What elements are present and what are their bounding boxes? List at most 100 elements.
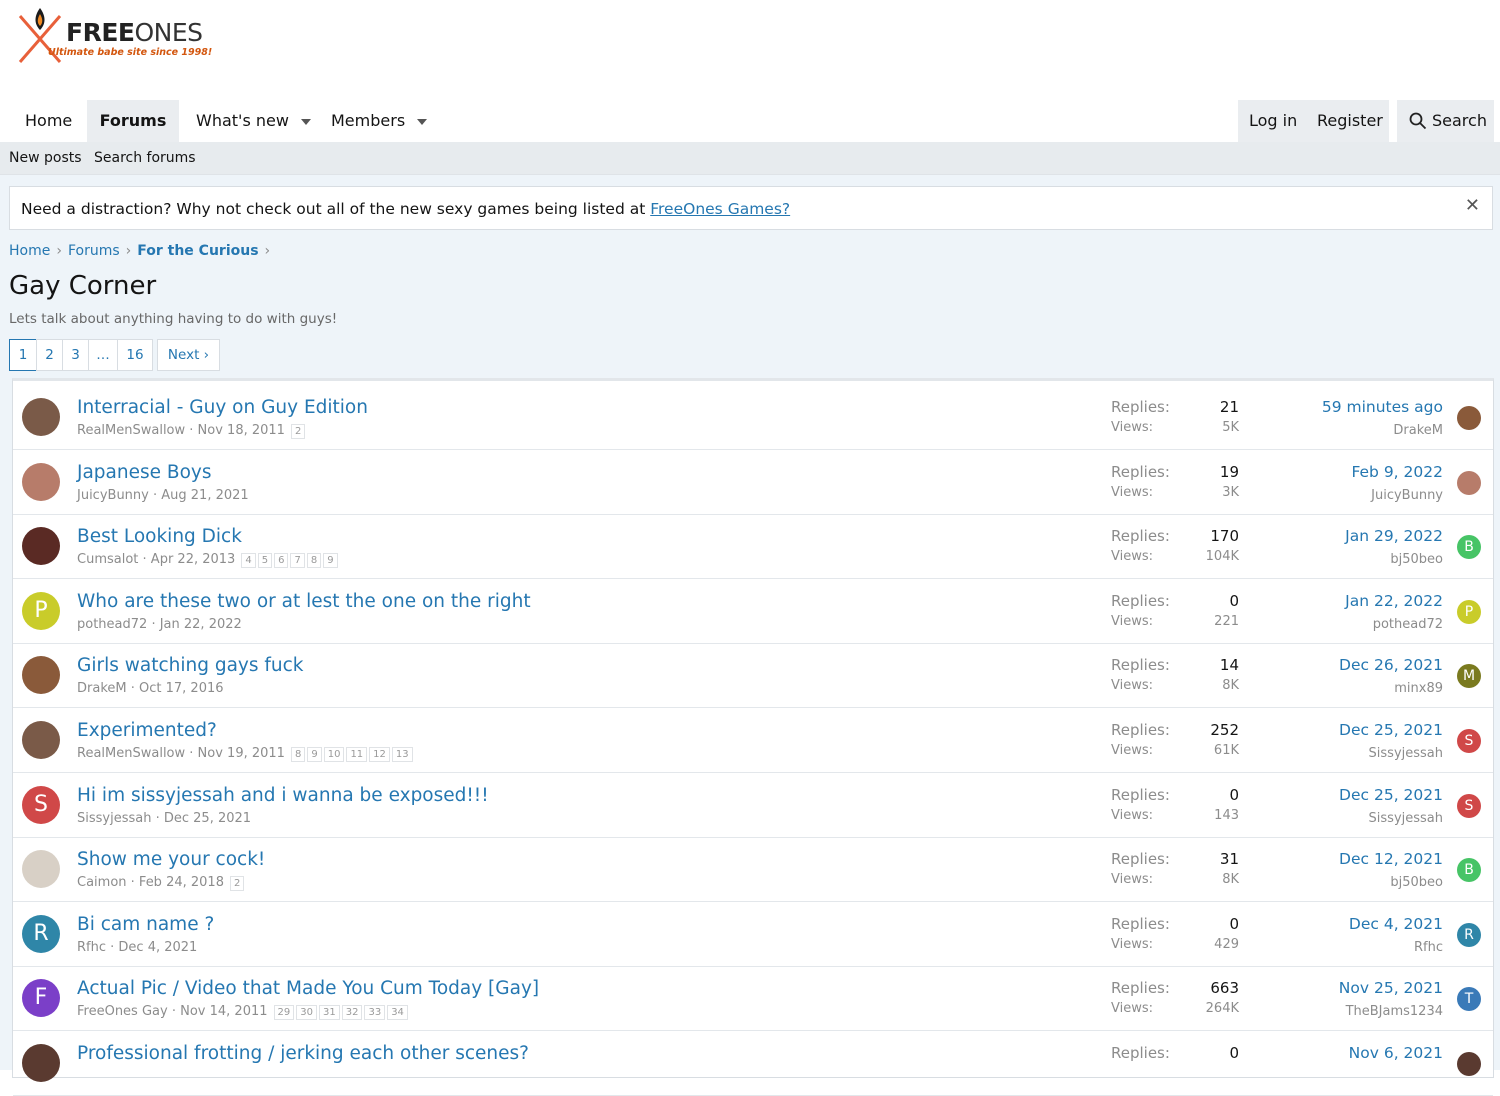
last-post-user[interactable]: TheBJams1234 (1346, 1004, 1443, 1019)
page-2-button[interactable]: 2 (36, 339, 63, 371)
thread-page-link[interactable]: 34 (387, 1005, 408, 1021)
thread-page-link[interactable]: 32 (341, 1005, 363, 1021)
thread-date[interactable]: Aug 21, 2021 (161, 488, 248, 503)
thread-page-link[interactable]: 9 (323, 553, 338, 569)
thread-title[interactable]: Hi im sissyjessah and i wanna be exposed… (77, 785, 489, 806)
thread-page-link[interactable]: 5 (257, 553, 273, 569)
author-avatar[interactable] (22, 850, 60, 889)
last-post-user[interactable]: JuicyBunny (1371, 488, 1443, 503)
chevron-down-icon[interactable] (300, 118, 311, 125)
thread-author[interactable]: Cumsalot (77, 552, 138, 567)
nav-tab-forums[interactable]: Forums (87, 100, 179, 142)
last-poster-avatar[interactable]: B (1457, 535, 1481, 560)
last-poster-avatar[interactable]: B (1457, 858, 1481, 883)
thread-page-link[interactable]: 6 (274, 553, 289, 569)
breadcrumb-home[interactable]: Home (9, 243, 50, 259)
last-post-date[interactable]: Dec 25, 2021 (1339, 786, 1443, 804)
thread-page-link[interactable]: 13 (391, 747, 413, 762)
thread-page-link[interactable]: 7 (290, 553, 305, 569)
thread-page-link[interactable]: 8 (306, 553, 322, 569)
thread-page-link[interactable]: 12 (369, 747, 390, 762)
thread-author[interactable]: JuicyBunny (77, 488, 149, 503)
thread-date[interactable]: Apr 22, 2013 (151, 552, 236, 567)
last-post-user[interactable]: Sissyjessah (1369, 811, 1443, 826)
thread-title[interactable]: Professional frotting / jerking each oth… (77, 1043, 529, 1064)
last-post-date[interactable]: Jan 29, 2022 (1345, 527, 1443, 545)
last-poster-avatar[interactable]: S (1457, 729, 1481, 753)
thread-title[interactable]: Japanese Boys (77, 462, 211, 483)
thread-page-link[interactable]: 2 (290, 424, 306, 439)
thread-title[interactable]: Interracial - Guy on Guy Edition (77, 397, 368, 418)
last-post-date[interactable]: 59 minutes ago (1322, 398, 1443, 416)
author-avatar[interactable]: S (22, 785, 60, 824)
author-avatar[interactable] (22, 721, 60, 759)
thread-title[interactable]: Who are these two or at lest the one on … (77, 591, 531, 612)
thread-row[interactable]: Best Looking Dick Cumsalot · Apr 22, 2013… (13, 515, 1493, 580)
page-16-button[interactable]: 16 (117, 339, 153, 371)
author-avatar[interactable] (22, 462, 60, 501)
last-post-user[interactable]: bj50beo (1390, 552, 1443, 567)
last-poster-avatar[interactable]: T (1457, 987, 1481, 1012)
thread-author[interactable]: DrakeM (77, 681, 127, 696)
thread-date[interactable]: Nov 14, 2011 (180, 1004, 267, 1019)
thread-row[interactable]: S Hi im sissyjessah and i wanna be expose… (13, 774, 1493, 838)
thread-title[interactable]: Actual Pic / Video that Made You Cum Tod… (77, 978, 539, 999)
last-post-user[interactable]: DrakeM (1393, 423, 1443, 438)
thread-page-link[interactable]: 30 (296, 1005, 317, 1021)
thread-title[interactable]: Bi cam name ? (77, 914, 214, 935)
thread-row[interactable]: Interracial - Guy on Guy Edition RealMenS… (13, 386, 1493, 450)
page-3-button[interactable]: 3 (62, 339, 89, 371)
last-post-date[interactable]: Nov 6, 2021 (1349, 1044, 1443, 1062)
new-posts-link[interactable]: New posts (9, 142, 82, 174)
thread-page-link[interactable]: 8 (290, 747, 306, 762)
thread-title[interactable]: Best Looking Dick (77, 526, 242, 547)
last-poster-avatar[interactable]: R (1457, 922, 1481, 947)
login-button[interactable]: Log in (1249, 100, 1297, 142)
thread-page-link[interactable]: 2 (229, 876, 245, 892)
notice-link[interactable]: FreeOnes Games? (650, 200, 790, 218)
thread-date[interactable]: Jan 22, 2022 (160, 617, 242, 632)
thread-title[interactable]: Experimented? (77, 720, 217, 741)
last-post-user[interactable]: Sissyjessah (1369, 746, 1443, 761)
last-post-date[interactable]: Jan 22, 2022 (1345, 592, 1443, 610)
author-avatar[interactable] (22, 1044, 60, 1082)
thread-page-link[interactable]: 29 (273, 1005, 295, 1021)
author-avatar[interactable] (22, 398, 60, 436)
last-post-date[interactable]: Feb 9, 2022 (1351, 463, 1443, 481)
thread-page-link[interactable]: 10 (323, 747, 345, 762)
thread-author[interactable]: Rfhc (77, 940, 106, 955)
last-poster-avatar[interactable] (1457, 1052, 1481, 1076)
last-poster-avatar[interactable]: S (1457, 793, 1481, 818)
last-poster-avatar[interactable]: P (1457, 599, 1481, 624)
thread-page-link[interactable]: 31 (318, 1005, 340, 1021)
thread-author[interactable]: Sissyjessah (77, 811, 151, 826)
breadcrumb-forums[interactable]: Forums (68, 243, 120, 259)
thread-row[interactable]: Experimented? RealMenSwallow · Nov 19, 20… (13, 709, 1493, 773)
page-1-button[interactable]: 1 (9, 339, 37, 371)
last-post-date[interactable]: Dec 25, 2021 (1339, 721, 1443, 739)
page-ellipsis[interactable]: … (88, 339, 118, 371)
thread-page-link[interactable]: 4 (241, 553, 256, 569)
nav-tab-members[interactable]: Members (331, 100, 428, 142)
thread-author[interactable]: Caimon (77, 875, 127, 890)
thread-author[interactable]: pothead72 (77, 617, 147, 632)
last-post-user[interactable]: Rfhc (1414, 940, 1443, 955)
thread-page-link[interactable]: 9 (307, 747, 322, 762)
register-button[interactable]: Register (1317, 100, 1383, 142)
last-poster-avatar[interactable] (1457, 470, 1481, 495)
thread-date[interactable]: Dec 25, 2021 (164, 811, 251, 826)
last-post-date[interactable]: Dec 4, 2021 (1349, 915, 1443, 933)
breadcrumb-category[interactable]: For the Curious (137, 243, 258, 259)
site-logo[interactable]: FREEONES Ultimate babe site since 1998! (14, 6, 214, 66)
thread-date[interactable]: Nov 19, 2011 (198, 746, 285, 761)
author-avatar[interactable]: R (22, 914, 60, 953)
thread-row[interactable]: F Actual Pic / Video that Made You Cum To… (13, 967, 1493, 1032)
nav-tab-whats-new[interactable]: What's new (196, 100, 311, 142)
thread-page-link[interactable]: 33 (364, 1005, 386, 1021)
thread-date[interactable]: Oct 17, 2016 (139, 681, 224, 696)
last-post-user[interactable]: pothead72 (1373, 617, 1443, 632)
search-button[interactable]: Search (1397, 100, 1494, 142)
nav-tab-home[interactable]: Home (25, 100, 72, 142)
thread-date[interactable]: Dec 4, 2021 (118, 940, 197, 955)
last-post-user[interactable]: minx89 (1394, 681, 1443, 696)
